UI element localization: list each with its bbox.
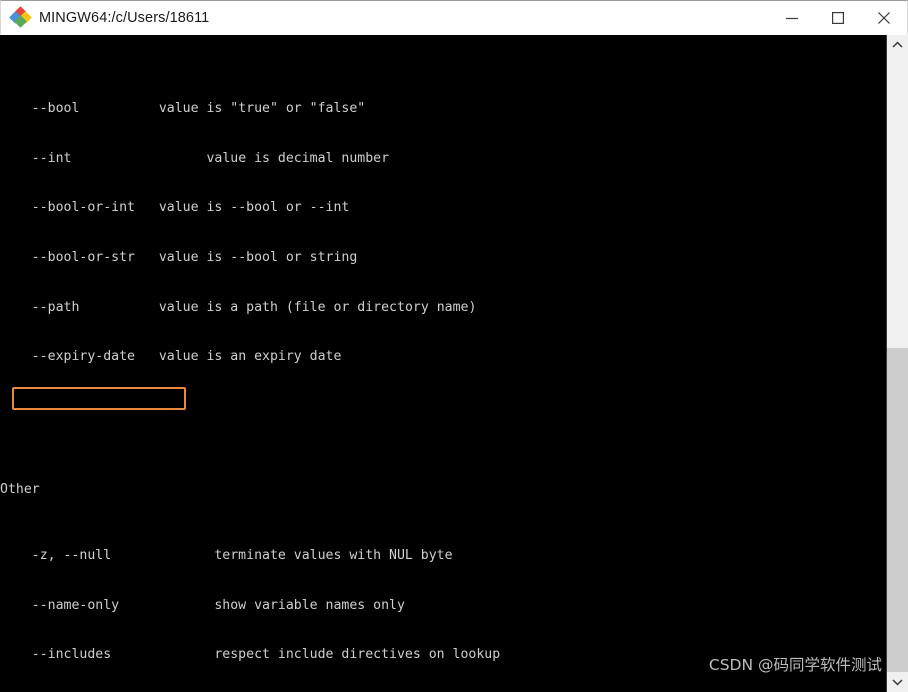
vertical-scrollbar[interactable] xyxy=(886,35,908,692)
help-desc: value is "true" or "false" xyxy=(158,101,366,117)
scrollbar-track-upper[interactable] xyxy=(887,55,908,348)
help-flag: --bool-or-int xyxy=(0,200,135,216)
title-bar-left: MINGW64:/c/Users/18611 xyxy=(1,6,769,28)
scrollbar-up-button[interactable] xyxy=(887,35,908,55)
terminal-window: MINGW64:/c/Users/18611 --bool value is "… xyxy=(0,0,908,692)
help-desc: value is --bool or string xyxy=(158,250,358,266)
help-desc: value is an expiry date xyxy=(158,349,342,365)
help-option-row: --expiry-date value is an expiry date xyxy=(0,349,886,366)
help-flag: --path xyxy=(0,299,80,315)
help-option-row: --bool value is "true" or "false" xyxy=(0,101,886,118)
git-bash-diamond-icon xyxy=(8,6,32,28)
help-gap xyxy=(135,200,159,215)
help-option-row: --path value is a path (file or director… xyxy=(0,300,886,317)
window-title: MINGW64:/c/Users/18611 xyxy=(39,10,210,26)
help-flag: --bool-or-str xyxy=(0,250,135,266)
terminal-text: --bool value is "true" or "false" --int … xyxy=(0,35,886,692)
help-gap xyxy=(71,151,206,166)
help-gap xyxy=(135,349,159,364)
help-flag: --bool xyxy=(0,101,80,117)
other-option-row: --name-only show variable names only xyxy=(0,597,405,613)
maximize-icon xyxy=(832,12,845,25)
help-desc: value is --bool or --int xyxy=(158,200,350,216)
maximize-button[interactable] xyxy=(815,1,861,35)
chevron-down-icon xyxy=(892,679,903,686)
help-flag: --expiry-date xyxy=(0,349,135,365)
chevron-up-icon xyxy=(892,41,903,48)
help-desc: value is decimal number xyxy=(206,150,390,166)
section-title-other: Other xyxy=(0,481,40,497)
window-controls xyxy=(769,1,907,35)
minimize-button[interactable] xyxy=(769,1,815,35)
help-gap xyxy=(135,250,159,265)
help-gap xyxy=(79,300,158,315)
help-option-row: --bool-or-int value is --bool or --int xyxy=(0,200,886,217)
close-icon xyxy=(878,12,890,24)
help-option-row: --int value is decimal number xyxy=(0,151,886,168)
minimize-icon xyxy=(786,17,798,20)
scrollbar-down-button[interactable] xyxy=(887,672,908,692)
help-option-row: --bool-or-str value is --bool or string xyxy=(0,250,886,267)
help-gap xyxy=(79,101,158,116)
scrollbar-thumb[interactable] xyxy=(887,348,908,672)
watermark: CSDN @码同学软件测试 xyxy=(708,656,882,674)
help-flag: --int xyxy=(0,150,72,166)
close-button[interactable] xyxy=(861,1,907,35)
title-bar[interactable]: MINGW64:/c/Users/18611 xyxy=(0,0,908,35)
help-desc: value is a path (file or directory name) xyxy=(158,299,477,315)
other-option-row: -z, --null terminate values with NUL byt… xyxy=(0,547,453,563)
terminal-output-area[interactable]: --bool value is "true" or "false" --int … xyxy=(0,35,908,692)
